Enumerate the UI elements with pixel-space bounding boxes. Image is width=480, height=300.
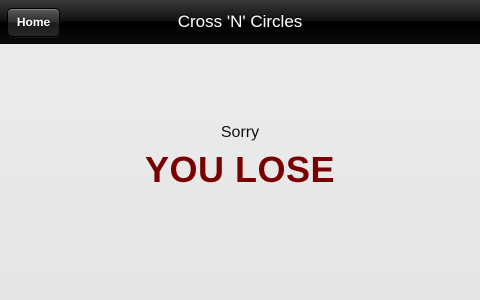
page-title: Cross 'N' Circles xyxy=(177,12,303,31)
result-message: Sorry YOU LOSE xyxy=(0,120,480,190)
navigation-bar: Home Cross 'N' Circles xyxy=(0,0,480,44)
result-headline: YOU LOSE xyxy=(144,149,336,190)
result-subtitle: Sorry xyxy=(220,124,260,141)
home-button[interactable]: Home xyxy=(7,8,60,37)
game-result-screen: Home Cross 'N' Circles Sorry YOU LOSE xyxy=(0,0,480,300)
